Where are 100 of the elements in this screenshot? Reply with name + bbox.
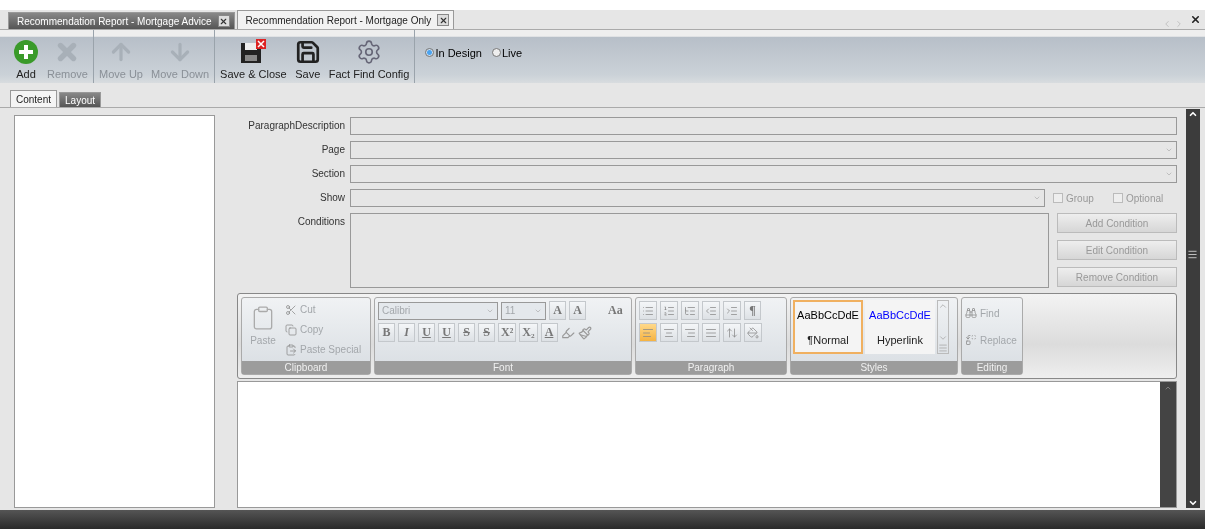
conditions-field[interactable] <box>350 213 1049 288</box>
numbered-list-icon <box>663 304 675 317</box>
multilevel-list-button[interactable] <box>681 301 699 320</box>
mode-radio[interactable]: In Design <box>425 46 482 59</box>
scrollbar[interactable] <box>1160 382 1176 507</box>
clipboard-button[interactable]: Paste Special <box>285 341 362 358</box>
field-label: Conditions <box>296 215 345 227</box>
group-title: Font <box>375 361 631 374</box>
toolbar-button[interactable]: Add <box>11 39 41 80</box>
document-tab[interactable]: Recommendation Report - Mortgage Advice <box>8 12 235 29</box>
toolbar-button[interactable]: Save <box>292 39 323 80</box>
scroll-up-icon[interactable] <box>1188 109 1198 119</box>
copy-icon <box>285 323 297 336</box>
save-close-icon <box>239 39 268 65</box>
list-tree-icon <box>684 304 696 317</box>
condition-button[interactable]: Add Condition <box>1057 213 1177 233</box>
editing-button[interactable]: Find <box>965 301 1017 325</box>
grow-font-button[interactable]: A <box>549 301 566 320</box>
indent-button[interactable] <box>723 301 741 320</box>
scroll-right-icon[interactable] <box>1174 19 1184 29</box>
view-tab[interactable]: Content <box>10 90 58 107</box>
style-name: ¶Normal <box>807 333 849 346</box>
highlight-icon[interactable] <box>560 325 575 340</box>
change-case-button[interactable]: Aa <box>606 301 625 320</box>
align-left-icon <box>642 326 654 339</box>
checkbox[interactable] <box>1053 193 1063 203</box>
clipboard-button[interactable]: Cut <box>285 301 362 318</box>
checkbox[interactable] <box>1113 193 1123 203</box>
numbering-button[interactable] <box>660 301 678 320</box>
format-button[interactable]: S <box>478 323 495 342</box>
field-label: Page <box>320 143 345 155</box>
text-editor[interactable] <box>237 381 1177 508</box>
brush-icon[interactable] <box>577 325 592 340</box>
paint-bucket-icon <box>747 326 759 339</box>
field-label: Section <box>310 167 345 179</box>
checkbox-label: Group <box>1066 192 1094 204</box>
bullet-list-icon <box>642 304 654 317</box>
dropdown-field[interactable] <box>350 165 1177 183</box>
dropdown-field[interactable] <box>350 189 1045 207</box>
dropdown-field[interactable] <box>350 141 1177 159</box>
field-label: Show <box>319 191 345 203</box>
bullets-button[interactable] <box>639 301 657 320</box>
outdent-button[interactable] <box>702 301 720 320</box>
style-option[interactable]: AaBbCcDdE ¶Normal <box>793 300 863 354</box>
toolbar-button[interactable]: Fact Find Config <box>326 39 412 80</box>
radio-dot[interactable] <box>425 48 435 57</box>
style-preview: AaBbCcDdE <box>869 308 931 321</box>
condition-button[interactable]: Remove Condition <box>1057 267 1177 287</box>
view-tab[interactable]: Layout <box>59 92 102 107</box>
show-marks-button[interactable]: ¶ <box>744 301 761 320</box>
format-button[interactable]: X² <box>498 323 517 342</box>
format-button[interactable]: I <box>398 323 415 342</box>
checkbox-label: Optional <box>1126 192 1164 204</box>
editing-button[interactable]: Replace <box>965 328 1017 352</box>
align-right-icon <box>684 326 696 339</box>
radio-dot[interactable] <box>491 48 501 57</box>
close-tab-button[interactable] <box>217 15 230 27</box>
align-button[interactable] <box>702 323 720 342</box>
condition-button[interactable]: Edit Condition <box>1057 240 1177 260</box>
save-icon <box>294 39 321 65</box>
scroll-left-icon[interactable] <box>1162 19 1172 29</box>
more-icon[interactable] <box>938 343 948 353</box>
align-button[interactable] <box>639 323 657 342</box>
font-size-field[interactable]: 11 <box>501 301 546 320</box>
align-button[interactable] <box>681 323 699 342</box>
close-icon[interactable] <box>1190 14 1201 25</box>
font-color-button[interactable]: A <box>540 323 558 342</box>
indent-icon <box>726 304 738 317</box>
replace-icon <box>965 334 977 346</box>
group-title: Clipboard <box>242 361 370 374</box>
binoculars-icon <box>965 307 977 319</box>
align-button[interactable] <box>660 323 678 342</box>
close-tab-button[interactable] <box>437 14 450 26</box>
toolbar-button[interactable]: Save & Close <box>218 39 289 80</box>
input-field[interactable] <box>350 117 1177 135</box>
line-spacing-button[interactable] <box>723 323 741 342</box>
group-title: Paragraph <box>636 361 786 374</box>
scrollbar[interactable] <box>1186 109 1200 508</box>
scroll-down-icon[interactable] <box>1188 498 1198 508</box>
grip-icon[interactable] <box>1187 249 1198 260</box>
document-tab[interactable]: Recommendation Report - Mortgage Only <box>236 10 455 29</box>
mode-radio[interactable]: Live <box>491 46 523 59</box>
caret-icon <box>1033 194 1041 202</box>
line-spacing-icon <box>726 326 738 339</box>
format-button[interactable]: B <box>378 323 395 342</box>
format-button[interactable]: U <box>418 323 435 342</box>
format-button[interactable]: X₂ <box>519 323 538 342</box>
outdent-icon <box>705 304 717 317</box>
gallery-scrollbar[interactable] <box>937 300 949 354</box>
font-name-field[interactable]: Calibri <box>378 301 498 320</box>
gears-icon <box>356 39 383 65</box>
field-label: ParagraphDescription <box>247 119 345 131</box>
clipboard-button[interactable]: Copy <box>285 321 362 338</box>
style-preview: AaBbCcDdE <box>797 308 859 321</box>
format-button[interactable]: U <box>438 323 455 342</box>
shading-button[interactable] <box>744 323 762 342</box>
paste-button[interactable]: Paste <box>245 301 281 358</box>
style-option[interactable]: AaBbCcDdE Hyperlink <box>865 300 935 354</box>
shrink-font-button[interactable]: A <box>569 301 586 320</box>
format-button[interactable]: S <box>458 323 475 342</box>
